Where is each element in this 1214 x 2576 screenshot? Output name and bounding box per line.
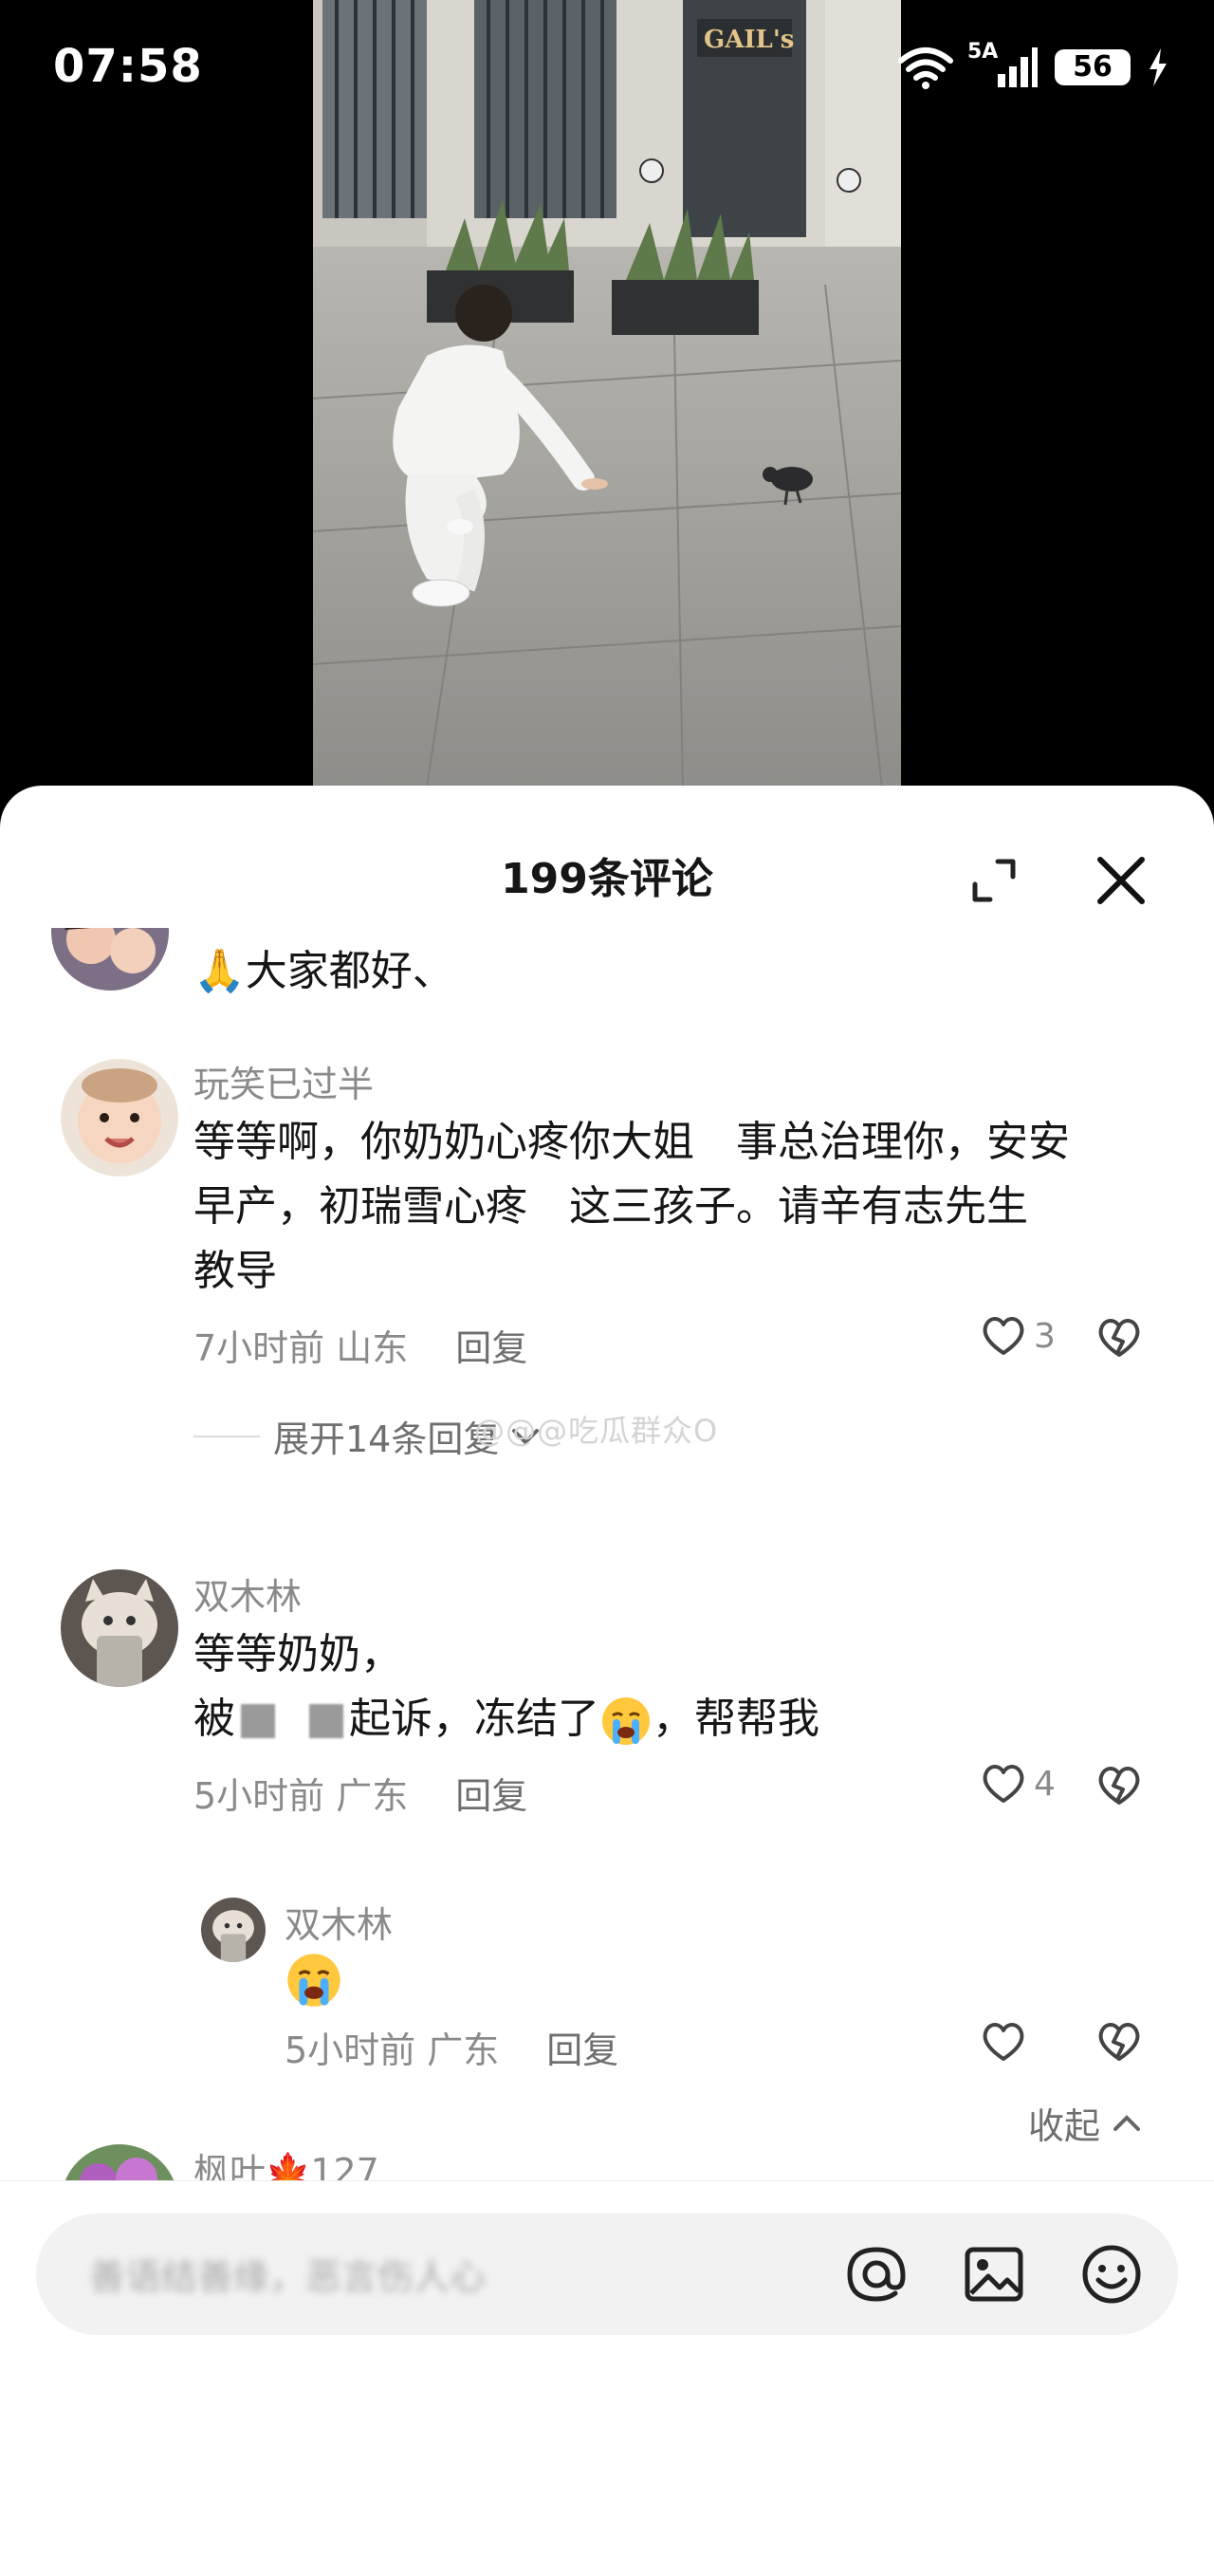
comment-input-bar: 善语结善缘，恶言伤人心	[0, 2180, 1214, 2576]
crying-face-icon	[287, 1954, 340, 2007]
collapse-replies-button[interactable]: 收起	[1028, 2097, 1146, 2149]
reply-button[interactable]: 回复	[546, 2029, 618, 2071]
comment-time-location: 7小时前 山东	[193, 1327, 409, 1369]
comment-text-line: 等等奶奶，	[193, 1630, 402, 1678]
comment-text-part: 被	[193, 1695, 235, 1743]
comment-text: 🙏大家都好、	[193, 947, 454, 995]
comment-input[interactable]: 善语结善缘，恶言伤人心	[36, 2214, 1178, 2335]
expand-replies-label: 展开14条回复	[273, 1418, 500, 1460]
comment-sheet: 199条评论 🙏大家都好、 玩笑已过半 等等啊，你奶奶心疼你大姐 事总治理你，安…	[0, 786, 1214, 2576]
reply-meta: 5小时前 广东 回复	[285, 2021, 618, 2073]
comment-username[interactable]: 玩笑已过半	[193, 1055, 374, 1107]
comment-meta: 7小时前 山东 回复	[193, 1319, 527, 1371]
status-time: 07:58	[53, 40, 203, 93]
divider-line	[193, 1435, 260, 1437]
status-icons: 5A 56	[897, 40, 1168, 89]
avatar[interactable]	[61, 2144, 178, 2180]
broken-heart-icon[interactable]	[1096, 1765, 1142, 1807]
comment-text-part: ，帮帮我	[653, 1695, 819, 1743]
avatar[interactable]	[51, 928, 169, 991]
avatar[interactable]	[61, 1059, 178, 1177]
comment-text-part: 起诉，冻结了	[349, 1695, 599, 1743]
reply-button[interactable]: 回复	[455, 1775, 527, 1817]
charging-icon	[1150, 48, 1167, 86]
reply-button[interactable]: 回复	[455, 1327, 527, 1369]
comment-username[interactable]: 枫叶🍁127	[193, 2142, 379, 2180]
comment-sheet-header: 199条评论	[0, 786, 1214, 928]
reply-username[interactable]: 双木林	[285, 1896, 393, 1948]
status-bar: 07:58 5A 56	[0, 0, 1214, 142]
broken-heart-icon[interactable]	[1096, 1317, 1142, 1359]
comment-list[interactable]: 🙏大家都好、 玩笑已过半 等等啊，你奶奶心疼你大姐 事总治理你，安安 早产，初瑞…	[0, 928, 1214, 2180]
avatar[interactable]	[201, 1898, 266, 1962]
expand-icon[interactable]	[967, 854, 1021, 907]
heart-icon	[983, 1765, 1024, 1803]
redaction-mark	[309, 1704, 343, 1738]
emoji-icon[interactable]	[1077, 2240, 1146, 2308]
chevron-up-icon	[1113, 2114, 1141, 2131]
comment-meta: 5小时前 广东 回复	[193, 1767, 527, 1819]
close-icon[interactable]	[1091, 850, 1151, 911]
collapse-label: 收起	[1028, 2105, 1101, 2147]
avatar[interactable]	[61, 1569, 178, 1687]
broken-heart-icon[interactable]	[1096, 2021, 1142, 2063]
heart-icon[interactable]	[981, 2021, 1026, 2063]
at-icon[interactable]	[842, 2240, 910, 2308]
watermark-text: @@@吃瓜群众O	[474, 1413, 719, 1449]
comment-text-line: 等等啊，你奶奶心疼你大姐 事总治理你，安安	[193, 1118, 1070, 1166]
crying-face-icon	[602, 1697, 650, 1745]
like-button[interactable]: 3	[981, 1315, 1056, 1357]
comment-text-line: 教导	[193, 1247, 277, 1295]
redaction-mark	[241, 1704, 275, 1738]
comment-text-line: 被 起诉，冻结了 ，帮帮我	[193, 1687, 819, 1751]
battery-icon: 56	[1055, 49, 1131, 85]
comment-text-line: 早产，初瑞雪心疼 这三孩子。请辛有志先生	[193, 1182, 1028, 1231]
wifi-icon	[898, 47, 953, 89]
comment-input-placeholder: 善语结善缘，恶言伤人心	[89, 2256, 487, 2298]
reply-time-location: 5小时前 广东	[285, 2029, 500, 2071]
like-count: 3	[1034, 1316, 1056, 1356]
signal-icon: 5A	[967, 40, 1038, 89]
image-icon[interactable]	[960, 2240, 1028, 2308]
comment-count-title: 199条评论	[501, 855, 713, 903]
heart-icon	[983, 1317, 1024, 1355]
like-button[interactable]: 4	[981, 1763, 1056, 1805]
comment-username[interactable]: 双木林	[193, 1567, 302, 1620]
comment-time-location: 5小时前 广东	[193, 1775, 409, 1817]
like-count: 4	[1034, 1764, 1056, 1804]
